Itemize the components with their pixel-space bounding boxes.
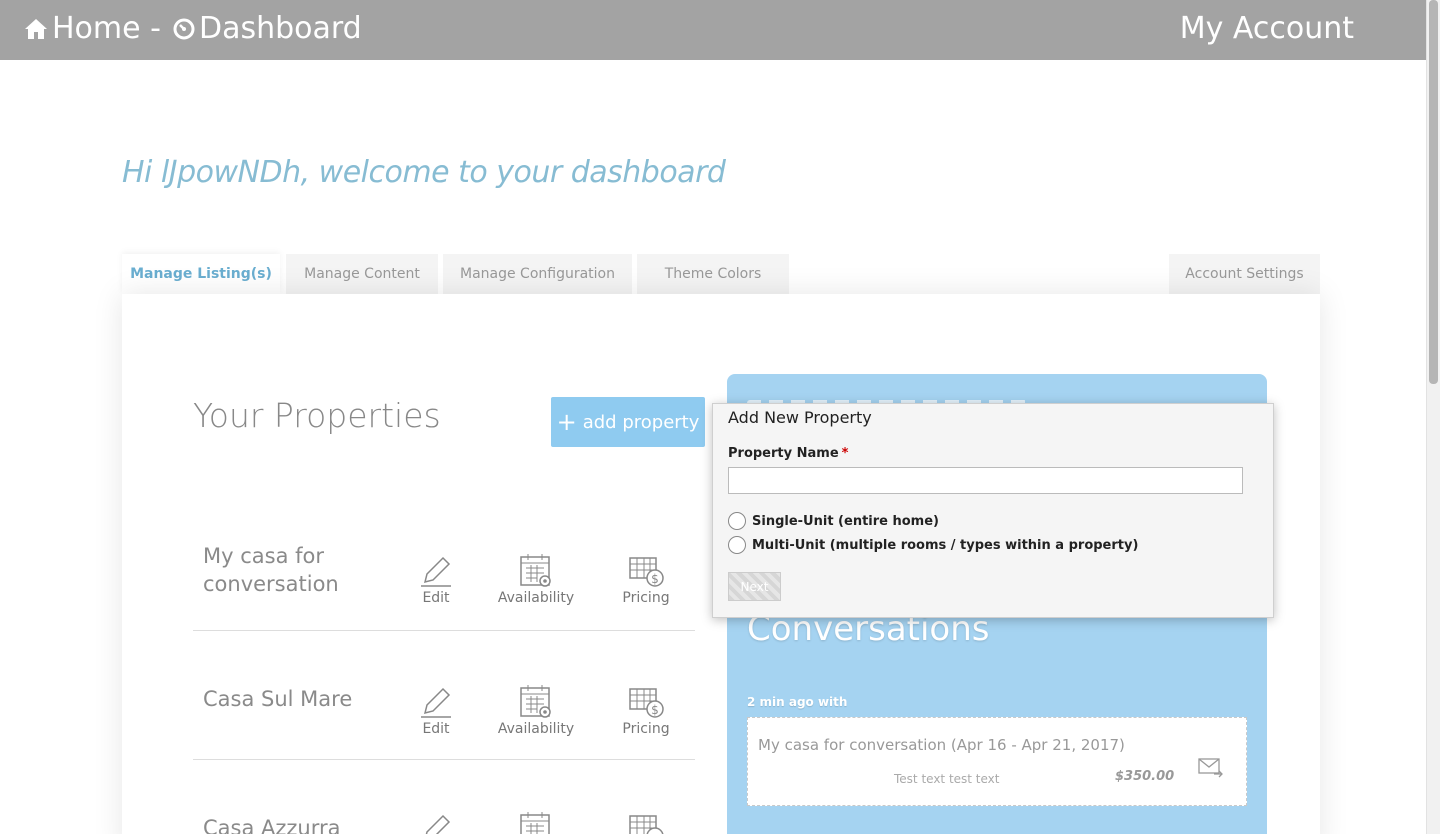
- multi-unit-label: Multi-Unit (multiple rooms / types withi…: [752, 537, 1139, 553]
- tab-account-settings[interactable]: Account Settings: [1169, 254, 1320, 294]
- dialog-title: Add New Property: [728, 408, 872, 427]
- property-row: Casa Azzurra: [193, 760, 695, 834]
- tab-manage-content[interactable]: Manage Content: [286, 254, 438, 294]
- availability-label: Availability: [497, 590, 575, 606]
- edit-button[interactable]: [391, 812, 481, 834]
- scrollbar-thumb[interactable]: [1429, 0, 1438, 384]
- pencil-icon: [421, 556, 451, 587]
- tab-manage-listings[interactable]: Manage Listing(s): [122, 254, 280, 294]
- conversation-message: Test text test text: [894, 772, 1000, 786]
- property-row: My casa for conversation Edit Availabili…: [193, 530, 695, 631]
- pricing-icon: $: [629, 557, 664, 587]
- availability-button[interactable]: Availability: [491, 552, 581, 606]
- dashboard-icon: [173, 18, 195, 39]
- tab-theme-colors[interactable]: Theme Colors: [637, 254, 789, 294]
- home-link[interactable]: Home -: [52, 11, 161, 46]
- edit-label: Edit: [422, 721, 450, 737]
- multi-unit-option[interactable]: Multi-Unit (multiple rooms / types withi…: [728, 536, 1138, 554]
- my-account-link[interactable]: My Account: [1180, 11, 1354, 46]
- property-name-input[interactable]: [728, 467, 1243, 494]
- calendar-gear-icon: [520, 812, 550, 834]
- svg-text:$: $: [651, 703, 659, 717]
- pricing-label: Pricing: [622, 721, 670, 737]
- plus-icon: +: [556, 408, 577, 436]
- availability-label: Availability: [497, 721, 575, 737]
- single-unit-label: Single-Unit (entire home): [752, 513, 939, 529]
- add-property-button[interactable]: + add property: [551, 397, 705, 447]
- welcome-heading: Hi lJpowNDh, welcome to your dashboard: [122, 155, 726, 190]
- dashboard-link[interactable]: Dashboard: [199, 11, 362, 46]
- top-bar: Home - Dashboard My Account: [0, 0, 1426, 60]
- mail-reply-icon[interactable]: [1198, 756, 1224, 778]
- next-button[interactable]: Next: [728, 572, 781, 601]
- svg-text:$: $: [651, 572, 659, 586]
- pencil-icon: [425, 814, 451, 834]
- pricing-button[interactable]: $ Pricing: [601, 556, 691, 606]
- edit-button[interactable]: Edit: [391, 554, 481, 606]
- pricing-button[interactable]: $ Pricing: [601, 687, 691, 737]
- pricing-icon: $: [629, 688, 664, 718]
- required-marker: *: [841, 446, 849, 461]
- single-unit-radio[interactable]: [728, 512, 746, 530]
- calendar-gear-icon: [520, 554, 551, 587]
- property-name-label-text: Property Name: [728, 446, 839, 461]
- calendar-gear-icon: [520, 685, 551, 718]
- edit-button[interactable]: Edit: [391, 685, 481, 737]
- breadcrumb: Home - Dashboard: [24, 11, 362, 46]
- availability-button[interactable]: Availability: [491, 683, 581, 737]
- pricing-button[interactable]: [601, 814, 691, 834]
- multi-unit-radio[interactable]: [728, 536, 746, 554]
- conversation-property: My casa for conversation (Apr 16 - Apr 2…: [758, 736, 1125, 754]
- pricing-icon: [629, 815, 664, 834]
- property-row: Casa Sul Mare Edit Availability $ Pricin…: [193, 631, 695, 760]
- your-properties-heading: Your Properties: [193, 396, 441, 435]
- tab-manage-configuration[interactable]: Manage Configuration: [443, 254, 632, 294]
- availability-button[interactable]: [491, 810, 581, 834]
- pricing-label: Pricing: [622, 590, 670, 606]
- property-name-label: Property Name *: [728, 446, 848, 461]
- conversation-timestamp: 2 min ago with: [747, 695, 848, 709]
- pencil-icon: [421, 687, 451, 718]
- property-name[interactable]: My casa for conversation: [203, 542, 383, 598]
- home-icon[interactable]: [24, 17, 48, 41]
- conversation-price: $350.00: [1115, 769, 1175, 784]
- add-property-label: add property: [582, 411, 700, 433]
- conversation-item[interactable]: My casa for conversation (Apr 16 - Apr 2…: [747, 717, 1247, 806]
- edit-label: Edit: [422, 590, 450, 606]
- single-unit-option[interactable]: Single-Unit (entire home): [728, 512, 939, 530]
- add-property-dialog: Add New Property Property Name * Single-U…: [712, 403, 1274, 618]
